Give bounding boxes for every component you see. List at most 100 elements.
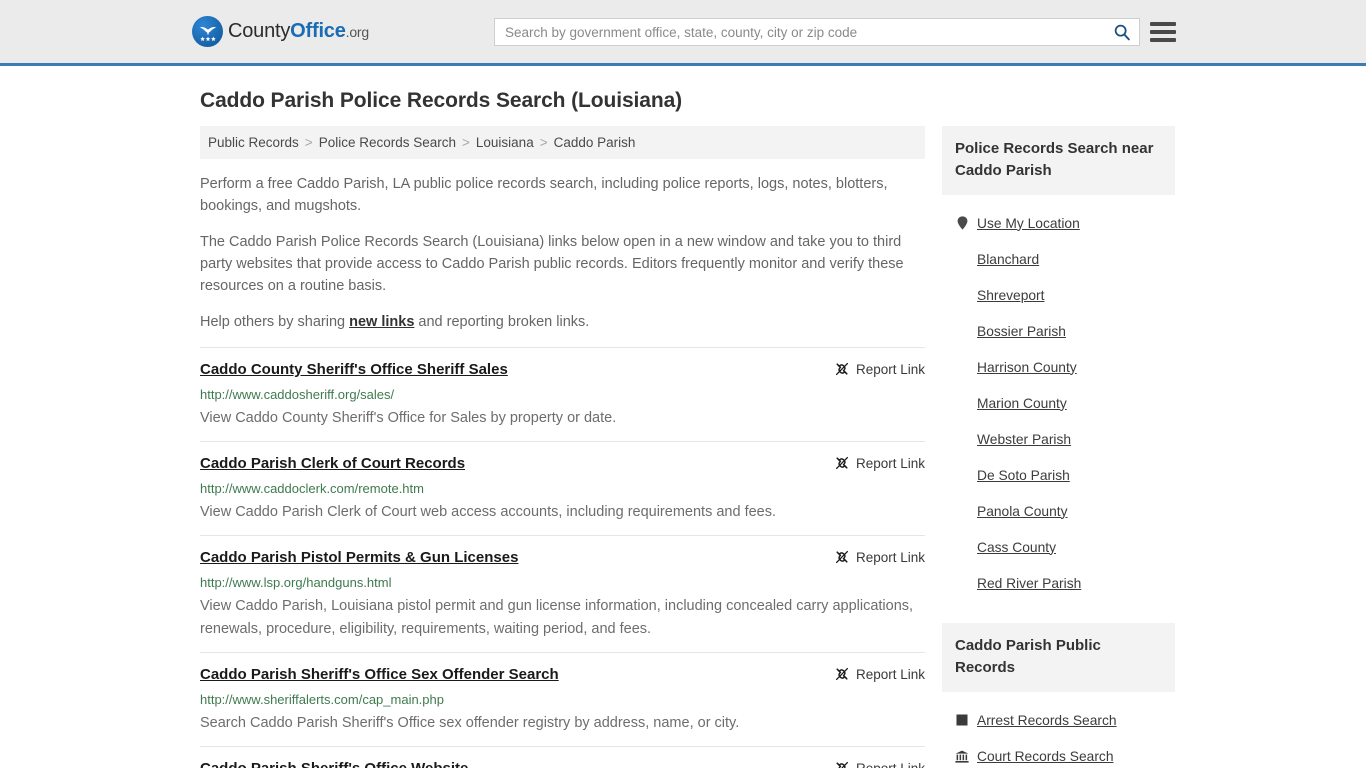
- sidebar-section-nearby: Police Records Search near Caddo Parish …: [942, 126, 1175, 601]
- result-url[interactable]: http://www.caddoclerk.com/remote.htm: [200, 480, 925, 498]
- sidebar-link-label[interactable]: Marion County: [977, 396, 1067, 411]
- breadcrumb: Public Records > Police Records Search >…: [200, 126, 925, 159]
- sidebar-item-bossier-parish[interactable]: Bossier Parish: [942, 313, 1175, 349]
- sidebar-item-panola-county[interactable]: Panola County: [942, 493, 1175, 529]
- breadcrumb-item-police-records-search[interactable]: Police Records Search: [319, 135, 456, 150]
- search-icon: [1114, 24, 1130, 41]
- search-bar[interactable]: [494, 18, 1140, 46]
- report-link-button[interactable]: Report Link: [834, 549, 925, 565]
- result-header: Caddo County Sheriff's Office Sheriff Sa…: [200, 360, 925, 380]
- broken-link-icon: [834, 760, 850, 768]
- result-url[interactable]: http://www.sheriffalerts.com/cap_main.ph…: [200, 691, 925, 709]
- hamburger-menu-icon[interactable]: [1150, 20, 1176, 44]
- sidebar-link-label[interactable]: Blanchard: [977, 252, 1039, 267]
- report-link-button[interactable]: Report Link: [834, 455, 925, 471]
- result-header: Caddo Parish Clerk of Court Records Repo…: [200, 454, 925, 474]
- breadcrumb-item-louisiana[interactable]: Louisiana: [476, 135, 534, 150]
- result-description: View Caddo Parish Clerk of Court web acc…: [200, 504, 776, 520]
- report-link-label: Report Link: [855, 666, 925, 682]
- intro-p3-after: and reporting broken links.: [414, 314, 590, 330]
- result-item: Caddo Parish Clerk of Court Records Repo…: [200, 441, 925, 535]
- result-title-link[interactable]: Caddo County Sheriff's Office Sheriff Sa…: [200, 360, 508, 380]
- page-title: Caddo Parish Police Records Search (Loui…: [200, 89, 683, 112]
- result-title-link[interactable]: Caddo Parish Pistol Permits & Gun Licens…: [200, 548, 518, 568]
- id-card-icon: [955, 714, 969, 726]
- result-title-link[interactable]: Caddo Parish Sheriff's Office Sex Offend…: [200, 665, 559, 685]
- report-link-button[interactable]: Report Link: [834, 361, 925, 377]
- sidebar-item-use-my-location[interactable]: Use My Location: [942, 205, 1175, 241]
- broken-link-icon: [834, 455, 850, 471]
- result-description: View Caddo County Sheriff's Office for S…: [200, 410, 617, 426]
- sidebar-heading-nearby: Police Records Search near Caddo Parish: [942, 126, 1175, 195]
- result-url[interactable]: http://www.lsp.org/handguns.html: [200, 574, 925, 592]
- breadcrumb-separator: >: [539, 135, 548, 150]
- sidebar-link-label[interactable]: Bossier Parish: [977, 324, 1066, 339]
- sidebar-item-cass-county[interactable]: Cass County: [942, 529, 1175, 565]
- intro-paragraph-1: Perform a free Caddo Parish, LA public p…: [200, 176, 888, 214]
- sidebar-heading-public-records: Caddo Parish Public Records: [942, 623, 1175, 692]
- result-url[interactable]: http://www.caddosheriff.org/sales/: [200, 386, 925, 404]
- report-link-label: Report Link: [855, 549, 925, 565]
- eagle-shield-icon: [192, 16, 223, 47]
- result-header: Caddo Parish Sheriff's Office Sex Offend…: [200, 665, 925, 685]
- sidebar-item-red-river-parish[interactable]: Red River Parish: [942, 565, 1175, 601]
- map-pin-icon: [955, 216, 969, 230]
- sidebar-link-label[interactable]: Arrest Records Search: [977, 713, 1117, 728]
- search-button[interactable]: [1105, 19, 1139, 45]
- report-link-label: Report Link: [855, 455, 925, 471]
- sidebar: Police Records Search near Caddo Parish …: [942, 126, 1175, 768]
- sidebar-item-marion-county[interactable]: Marion County: [942, 385, 1175, 421]
- menu-bar-1: [1150, 22, 1176, 26]
- result-item: Caddo Parish Sheriff's Office Sex Offend…: [200, 652, 925, 746]
- sidebar-item-blanchard[interactable]: Blanchard: [942, 241, 1175, 277]
- sidebar-link-label[interactable]: Harrison County: [977, 360, 1077, 375]
- logo-prefix: County: [228, 20, 291, 42]
- menu-bar-3: [1150, 38, 1176, 42]
- sidebar-link-label[interactable]: Red River Parish: [977, 576, 1081, 591]
- report-link-button[interactable]: Report Link: [834, 760, 925, 768]
- sidebar-item-webster-parish[interactable]: Webster Parish: [942, 421, 1175, 457]
- site-logo[interactable]: CountyOffice.org: [192, 16, 369, 47]
- broken-link-icon: [834, 549, 850, 565]
- sidebar-public-records-list: Arrest Records Search Court Records Sear…: [942, 702, 1175, 768]
- sidebar-item-court-records-search[interactable]: Court Records Search: [942, 738, 1175, 768]
- sidebar-link-label[interactable]: De Soto Parish: [977, 468, 1070, 483]
- sidebar-item-harrison-county[interactable]: Harrison County: [942, 349, 1175, 385]
- site-header: CountyOffice.org: [0, 0, 1366, 66]
- sidebar-link-label[interactable]: Panola County: [977, 504, 1068, 519]
- result-title-link[interactable]: Caddo Parish Clerk of Court Records: [200, 454, 465, 474]
- menu-bar-2: [1150, 30, 1176, 34]
- breadcrumb-separator: >: [304, 135, 313, 150]
- logo-tld: .org: [345, 24, 370, 40]
- sidebar-nearby-list: Use My Location Blanchard Shreveport Bos…: [942, 205, 1175, 601]
- sidebar-item-arrest-records-search[interactable]: Arrest Records Search: [942, 702, 1175, 738]
- sidebar-item-de-soto-parish[interactable]: De Soto Parish: [942, 457, 1175, 493]
- result-item: Caddo County Sheriff's Office Sheriff Sa…: [200, 347, 925, 441]
- sidebar-link-label[interactable]: Webster Parish: [977, 432, 1071, 447]
- report-link-button[interactable]: Report Link: [834, 666, 925, 682]
- logo-bold: Office: [290, 20, 346, 42]
- sidebar-item-shreveport[interactable]: Shreveport: [942, 277, 1175, 313]
- site-logo-text: CountyOffice.org: [228, 20, 369, 43]
- sidebar-link-label[interactable]: Court Records Search: [977, 749, 1114, 764]
- broken-link-icon: [834, 666, 850, 682]
- main-column: Public Records > Police Records Search >…: [200, 126, 925, 768]
- breadcrumb-item-caddo-parish: Caddo Parish: [553, 135, 636, 150]
- result-header: Caddo Parish Pistol Permits & Gun Licens…: [200, 548, 925, 568]
- result-item: Caddo Parish Pistol Permits & Gun Licens…: [200, 535, 925, 652]
- result-item: Caddo Parish Sheriff's Office Website Re…: [200, 746, 925, 768]
- report-link-label: Report Link: [855, 361, 925, 377]
- sidebar-link-label[interactable]: Shreveport: [977, 288, 1045, 303]
- new-links-link[interactable]: new links: [349, 314, 414, 330]
- result-description: View Caddo Parish, Louisiana pistol perm…: [200, 598, 914, 637]
- intro-paragraph-3: Help others by sharing new links and rep…: [200, 311, 925, 333]
- report-link-label: Report Link: [855, 760, 925, 768]
- breadcrumb-item-public-records[interactable]: Public Records: [208, 135, 299, 150]
- sidebar-link-label[interactable]: Cass County: [977, 540, 1056, 555]
- result-title-link[interactable]: Caddo Parish Sheriff's Office Website: [200, 759, 468, 768]
- sidebar-link-label[interactable]: Use My Location: [977, 216, 1080, 231]
- intro-p3-before: Help others by sharing: [200, 314, 350, 330]
- content-row: Public Records > Police Records Search >…: [200, 126, 1175, 768]
- result-description: Search Caddo Parish Sheriff's Office sex…: [200, 715, 740, 731]
- search-input[interactable]: [495, 19, 1105, 45]
